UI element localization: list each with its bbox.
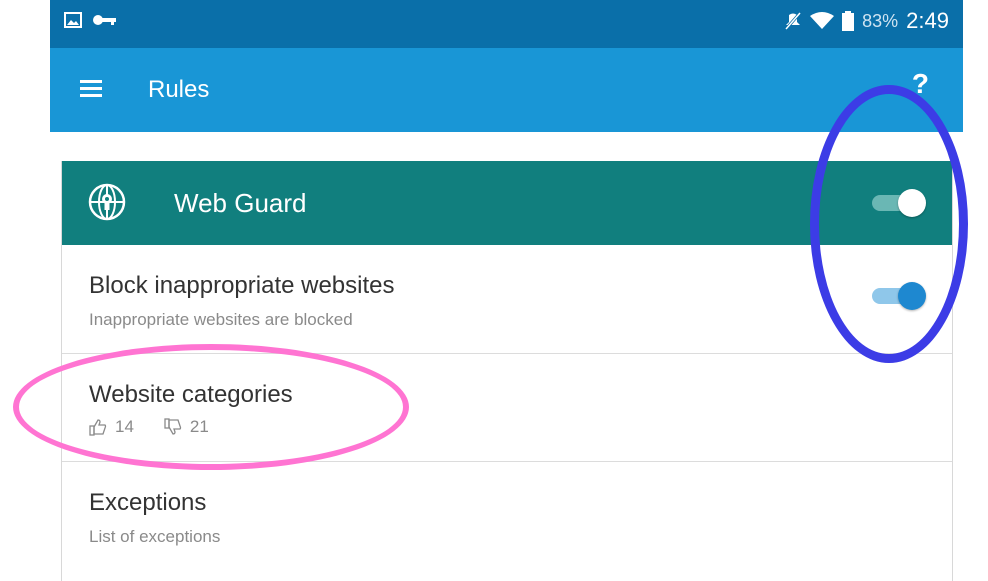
blocked-count: 21	[189, 417, 209, 436]
block-websites-toggle[interactable]	[872, 282, 928, 310]
rule-website-categories[interactable]: Website categories 14 21	[62, 353, 952, 462]
thumbs-down-icon	[164, 418, 182, 435]
rule-block-inappropriate[interactable]: Block inappropriate websites Inappropria…	[62, 245, 952, 354]
rule-exceptions[interactable]: Exceptions List of exceptions	[62, 461, 952, 581]
allowed-count: 14	[115, 417, 134, 436]
rule-subtitle: Inappropriate websites are blocked	[89, 310, 353, 329]
help-icon[interactable]: ?	[912, 68, 929, 100]
category-counts: 14 21	[89, 417, 209, 437]
page-title: Rules	[148, 76, 210, 103]
wifi-icon	[810, 12, 835, 29]
web-guard-header: Web Guard	[62, 161, 952, 245]
web-guard-title: Web Guard	[174, 188, 307, 218]
clock: 2:49	[906, 8, 949, 33]
status-right: 83% 2:49	[784, 8, 949, 34]
app-bar: Rules ?	[50, 48, 963, 132]
mute-icon	[785, 12, 802, 30]
web-guard-card: Web Guard Block inappropriate websites I…	[61, 161, 953, 581]
rule-title: Exceptions	[89, 489, 207, 516]
status-bar: 83% 2:49	[50, 0, 963, 48]
image-icon	[64, 12, 82, 28]
rule-title: Block inappropriate websites	[89, 272, 395, 299]
battery-percent: 83%	[862, 10, 899, 31]
battery-icon	[842, 11, 855, 31]
menu-icon[interactable]	[80, 80, 102, 98]
thumbs-up-icon	[89, 419, 107, 436]
rule-title: Website categories	[89, 381, 293, 408]
web-guard-toggle[interactable]	[872, 189, 928, 217]
toggle-knob	[898, 189, 926, 217]
web-guard-globe-icon	[88, 183, 126, 221]
rule-subtitle: List of exceptions	[89, 527, 221, 546]
key-icon	[93, 15, 116, 25]
status-left-icons	[64, 12, 118, 28]
toggle-knob	[898, 282, 926, 310]
